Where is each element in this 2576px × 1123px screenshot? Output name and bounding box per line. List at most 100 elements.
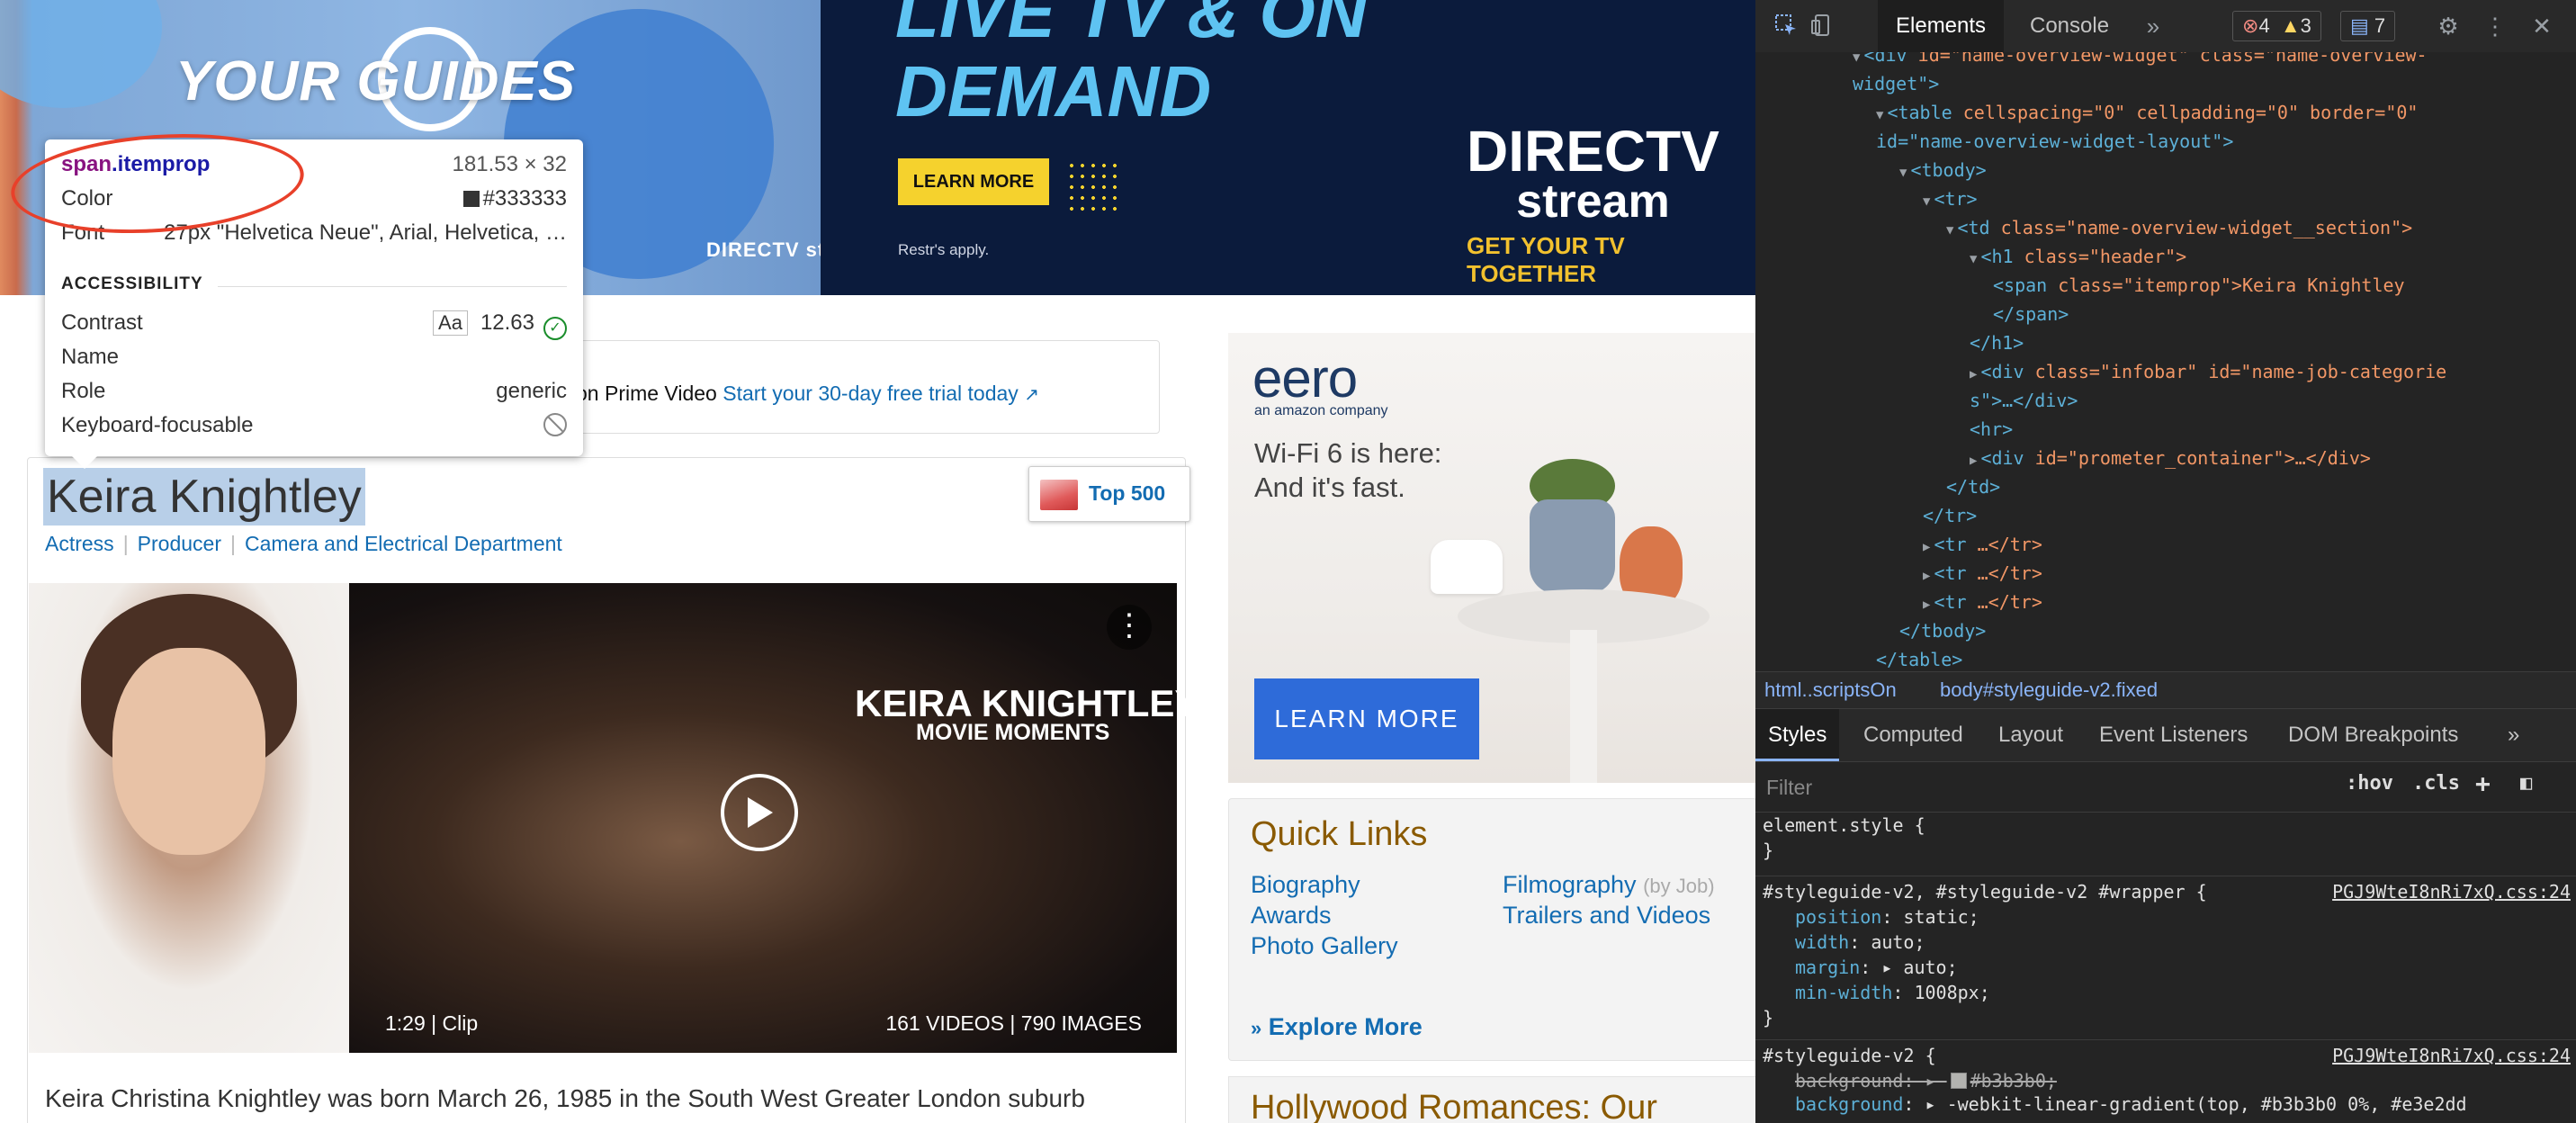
- eero-learn-more-button[interactable]: LEARN MORE: [1254, 678, 1479, 759]
- job-link-camera[interactable]: Camera and Electrical Department: [245, 532, 562, 555]
- tab-dom-breakpoints[interactable]: DOM Breakpoints: [2275, 709, 2471, 761]
- dom-node-line[interactable]: </tbody>: [1899, 617, 1986, 644]
- rule2-prop-1[interactable]: background: ▸ -webkit-linear-gradient(to…: [1795, 1092, 2467, 1117]
- issues-badge[interactable]: ⊗4 ▲3: [2232, 11, 2321, 41]
- dom-node-line[interactable]: </h1>: [1970, 329, 2024, 356]
- job-link-actress[interactable]: Actress: [45, 532, 114, 555]
- dom-node-line[interactable]: </span>: [1993, 301, 2069, 328]
- dom-node-line[interactable]: ▼ <tr>: [1923, 185, 1978, 212]
- dom-attrs: </td>: [1946, 476, 2001, 498]
- expand-triangle-icon[interactable]: ▼: [1876, 108, 1883, 122]
- collapsed-triangle-icon[interactable]: ▶: [1970, 367, 1977, 382]
- dom-node-line[interactable]: s">…</div>: [1970, 387, 2078, 414]
- add-rule-icon[interactable]: +: [2475, 768, 2491, 798]
- by-job-link[interactable]: (by Job): [1643, 875, 1714, 897]
- expand-triangle-icon[interactable]: ▼: [1923, 194, 1930, 209]
- more-tabs-icon[interactable]: »: [2141, 13, 2166, 39]
- job-link-producer[interactable]: Producer: [138, 532, 221, 555]
- photo-gallery-link[interactable]: Photo Gallery: [1251, 932, 1398, 960]
- banner-learn-more-button[interactable]: LEARN MORE: [898, 158, 1049, 205]
- rule-close: }: [1763, 840, 1774, 861]
- tab-elements[interactable]: Elements: [1878, 0, 2005, 52]
- breadcrumb-html[interactable]: html..scriptsOn: [1764, 672, 1897, 708]
- collapsed-triangle-icon[interactable]: ▶: [1970, 454, 1977, 468]
- dom-node-line[interactable]: <hr>: [1970, 416, 2013, 443]
- dom-node-line[interactable]: ▼ <tbody>: [1899, 157, 1987, 184]
- rule1-source-link[interactable]: PGJ9WteI8nRi7xQ.css:24: [2332, 879, 2571, 904]
- message-icon: ▤: [2350, 14, 2369, 37]
- expand-triangle-icon[interactable]: ▼: [1899, 166, 1907, 180]
- dom-node-line[interactable]: ▶ <tr …</tr>: [1923, 560, 2042, 587]
- page-title: Keira Knightley: [43, 468, 365, 526]
- expand-triangle-icon[interactable]: ▼: [1970, 252, 1977, 266]
- dom-tree[interactable]: ▼ <div id="name-overview-widget" class="n…: [1755, 52, 2576, 671]
- toggle-sidebar-icon[interactable]: ◧: [2520, 772, 2532, 795]
- dom-node-line[interactable]: ▼ <td class="name-overview-widget__sectio…: [1946, 214, 2412, 241]
- media-counts[interactable]: 161 VIDEOS | 790 IMAGES: [885, 1011, 1142, 1036]
- tooltip-role-value: generic: [496, 379, 567, 403]
- tooltip-contrast-value: 12.63: [480, 310, 534, 335]
- play-icon[interactable]: [721, 774, 798, 851]
- close-icon[interactable]: ✕: [2529, 13, 2554, 39]
- warning-count: 3: [2300, 14, 2311, 37]
- dom-node-line[interactable]: ▼ <table cellspacing="0" cellpadding="0" …: [1876, 99, 2418, 126]
- filter-input[interactable]: Filter: [1763, 770, 2324, 804]
- tab-console[interactable]: Console: [2012, 0, 2127, 52]
- dom-node-line[interactable]: </tr>: [1923, 502, 1977, 529]
- rule2-prop-0[interactable]: background: ▸ #b3b3b0;: [1795, 1068, 2057, 1093]
- rule1-selector[interactable]: #styleguide-v2, #styleguide-v2 #wrapper …: [1763, 879, 2207, 904]
- breadcrumb-body[interactable]: body#styleguide-v2.fixed: [1940, 672, 2158, 708]
- tab-computed[interactable]: Computed: [1851, 709, 1976, 761]
- hollywood-romances-title[interactable]: Hollywood Romances: Our: [1251, 1089, 1657, 1123]
- collapsed-triangle-icon[interactable]: ▶: [1923, 540, 1930, 554]
- top-500-badge[interactable]: Top 500: [1028, 466, 1190, 522]
- filmography-label[interactable]: Filmography: [1503, 871, 1637, 898]
- banner-tagline: GET YOUR TV TOGETHER: [1467, 232, 1625, 287]
- collapsed-triangle-icon[interactable]: ▶: [1923, 597, 1930, 612]
- banner-restrictions: Restr's apply.: [898, 241, 990, 258]
- dom-node-line[interactable]: widget">: [1853, 70, 1939, 97]
- dom-node-line[interactable]: <span class="itemprop">Keira Knightley: [1993, 272, 2405, 299]
- kebab-menu-icon[interactable]: ⋮: [2482, 13, 2508, 39]
- hov-toggle[interactable]: :hov: [2346, 772, 2393, 795]
- dom-node-line[interactable]: ▶ <div class="infobar" id="name-job-categ…: [1970, 358, 2446, 385]
- color-swatch-icon[interactable]: [1950, 1073, 1967, 1089]
- device-toolbar-icon[interactable]: [1809, 13, 1835, 39]
- rule1-prop-0[interactable]: position: static;: [1795, 904, 1979, 930]
- prop-value: auto;: [1871, 931, 1925, 953]
- more-panels-icon[interactable]: »: [2495, 709, 2532, 761]
- awards-link[interactable]: Awards: [1251, 902, 1332, 930]
- dom-node-line[interactable]: </td>: [1946, 473, 2000, 500]
- gear-icon[interactable]: ⚙: [2436, 13, 2461, 39]
- cls-toggle[interactable]: .cls: [2412, 772, 2460, 795]
- rule1-prop-3[interactable]: min-width: 1008px;: [1795, 980, 1990, 1005]
- rule2-selector[interactable]: #styleguide-v2 {: [1763, 1043, 1936, 1068]
- trailers-link[interactable]: Trailers and Videos: [1503, 902, 1710, 930]
- explore-more-button[interactable]: » Explore More: [1251, 1013, 1423, 1041]
- dom-node-line[interactable]: ▶ <tr …</tr>: [1923, 531, 2042, 558]
- tab-layout[interactable]: Layout: [1986, 709, 2076, 761]
- tab-styles[interactable]: Styles: [1755, 709, 1840, 761]
- rule1-prop-2[interactable]: margin: ▸ auto;: [1795, 955, 1958, 980]
- expand-triangle-icon[interactable]: ▼: [1946, 223, 1953, 238]
- dom-node-line[interactable]: ▼ <div id="name-overview-widget" class="n…: [1853, 52, 2428, 68]
- expand-triangle-icon[interactable]: ▼: [1853, 52, 1860, 65]
- free-trial-link[interactable]: Start your 30-day free trial today: [723, 382, 1019, 405]
- rule2-source-link[interactable]: PGJ9WteI8nRi7xQ.css:24: [2332, 1043, 2571, 1068]
- dom-node-line[interactable]: ▼ <h1 class="header">: [1970, 243, 2186, 270]
- rule1-prop-1[interactable]: width: auto;: [1795, 930, 1925, 955]
- tab-event-listeners[interactable]: Event Listeners: [2087, 709, 2260, 761]
- dom-node-line[interactable]: ▶ <tr …</tr>: [1923, 588, 2042, 615]
- element-style-rule[interactable]: element.style {: [1763, 813, 1925, 838]
- collapsed-triangle-icon[interactable]: ▶: [1923, 569, 1930, 583]
- dom-node-line[interactable]: id="name-overview-widget-layout">: [1876, 128, 2233, 155]
- dom-node-line[interactable]: ▶ <div id="prometer_container">…</div>: [1970, 445, 2371, 472]
- dom-node-line[interactable]: </table>: [1876, 646, 1962, 671]
- prime-video-label: on Prime Video: [576, 382, 717, 405]
- inspect-element-icon[interactable]: [1773, 13, 1799, 39]
- messages-badge[interactable]: ▤ 7: [2340, 11, 2396, 41]
- styles-pane[interactable]: element.style { } #styleguide-v2, #style…: [1755, 813, 2576, 1123]
- more-options-icon[interactable]: ⋮: [1107, 605, 1152, 650]
- biography-link[interactable]: Biography: [1251, 871, 1360, 899]
- dom-attrs: s">…</div>: [1970, 390, 2078, 411]
